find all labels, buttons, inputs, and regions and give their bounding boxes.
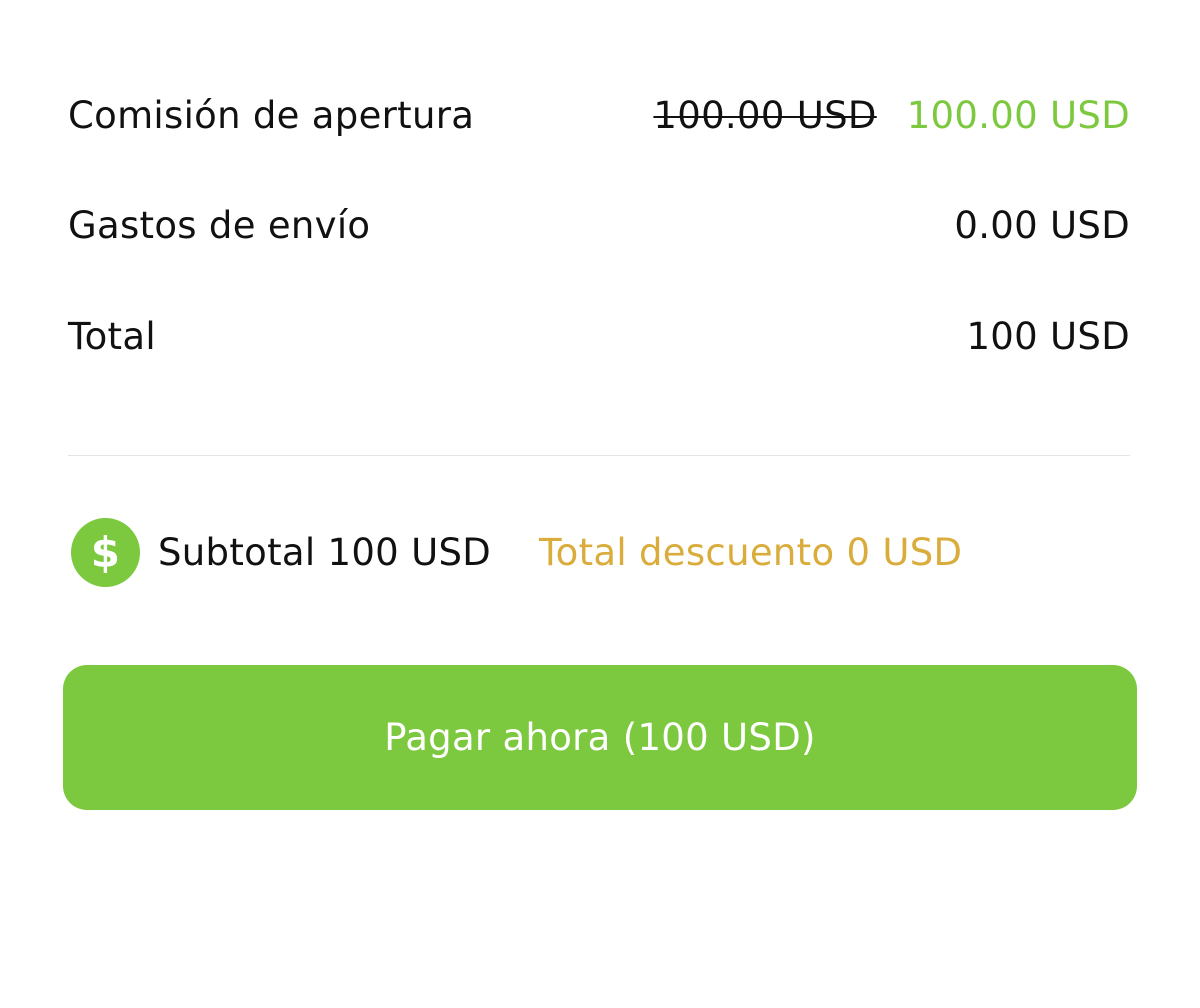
opening-fee-final-price: 100.00 USD	[906, 93, 1130, 137]
shipping-label: Gastos de envío	[68, 203, 371, 247]
opening-fee-original-price: 100.00 USD	[653, 93, 877, 137]
divider	[68, 455, 1130, 456]
total-label: Total	[68, 314, 156, 358]
opening-fee-row: Comisión de apertura 100.00 USD 100.00 U…	[68, 85, 1130, 145]
shipping-row: Gastos de envío 0.00 USD	[68, 195, 1130, 255]
pay-now-button[interactable]: Pagar ahora (100 USD)	[63, 665, 1137, 810]
opening-fee-values: 100.00 USD 100.00 USD	[653, 97, 1130, 134]
subtotal-text: Subtotal 100 USD	[158, 530, 492, 574]
shipping-value: 0.00 USD	[954, 203, 1130, 247]
order-summary: $ Subtotal 100 USD Total descuento 0 USD	[71, 517, 962, 587]
opening-fee-label: Comisión de apertura	[68, 93, 475, 137]
dollar-coin-icon: $	[71, 517, 140, 587]
total-value: 100 USD	[966, 314, 1130, 358]
total-row: Total 100 USD	[68, 306, 1130, 366]
discount-text: Total descuento 0 USD	[539, 530, 963, 574]
